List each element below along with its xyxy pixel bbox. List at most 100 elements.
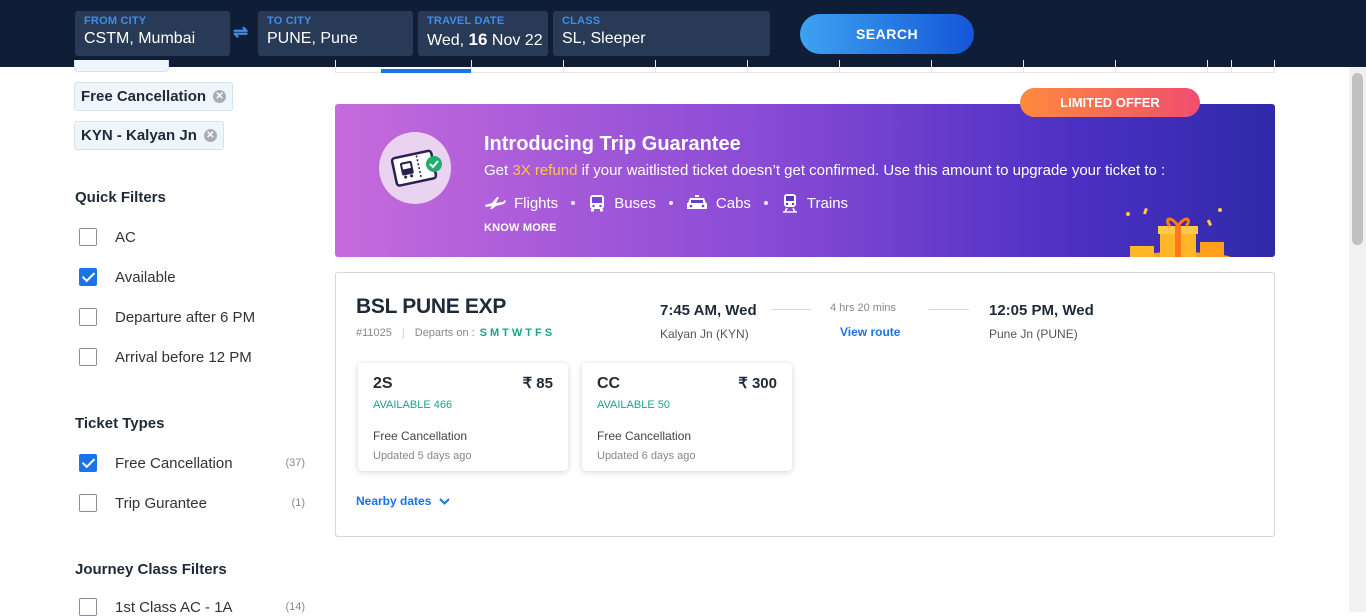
- from-city-field[interactable]: FROM CITY CSTM, Mumbai: [75, 11, 230, 56]
- class-option-2s[interactable]: 2S ₹ 85 AVAILABLE 466 Free Cancellation …: [358, 363, 568, 471]
- filter-trip-guarantee[interactable]: Trip Gurantee (1): [79, 494, 305, 512]
- travel-date-field[interactable]: TRAVEL DATE Wed, 16 Nov 22: [418, 11, 548, 56]
- travel-date-num: 16: [468, 30, 488, 49]
- mode-label: Trains: [806, 194, 849, 212]
- active-tab-indicator: [381, 69, 471, 73]
- filter-label: Departure after 6 PM: [115, 308, 256, 326]
- class-label: CLASS: [562, 15, 601, 27]
- tab-divider: [931, 60, 932, 72]
- trip-guarantee-banner[interactable]: Introducing Trip Guarantee Get 3X refund…: [335, 104, 1275, 257]
- cab-icon: [686, 195, 707, 209]
- refund-highlight: 3X refund: [512, 162, 578, 179]
- filter-departure-after-6pm[interactable]: Departure after 6 PM: [79, 308, 305, 326]
- tab-divider: [1115, 60, 1116, 72]
- chevron-down-icon: [439, 497, 451, 505]
- banner-subtitle: Get 3X refund if your waitlisted ticket …: [484, 162, 1165, 179]
- nearby-dates-label: Nearby dates: [356, 494, 432, 508]
- class-field[interactable]: CLASS SL, Sleeper: [553, 11, 770, 56]
- date-tabs: [335, 60, 1275, 73]
- ticket-icon: [379, 132, 451, 204]
- mode-trains: Trains: [781, 193, 848, 213]
- duration-line-right: [929, 309, 969, 310]
- bus-icon: [590, 195, 605, 212]
- to-city-label: TO CITY: [267, 15, 312, 27]
- view-route-link[interactable]: View route: [840, 325, 900, 339]
- filter-label: 1st Class AC - 1A: [115, 598, 233, 616]
- arrival-time: 12:05 PM, Wed: [989, 302, 1094, 319]
- to-city-value: PUNE, Pune: [267, 30, 358, 47]
- applied-filter-chip-partial: [74, 60, 169, 72]
- checkbox[interactable]: [79, 308, 97, 326]
- swap-icon[interactable]: ⇌: [233, 22, 248, 43]
- checkbox-checked[interactable]: [79, 268, 97, 286]
- tab-divider: [1207, 60, 1208, 72]
- travel-date-day: Wed,: [427, 32, 465, 49]
- running-days: SMTWTFS: [479, 327, 556, 339]
- tab-divider: [1023, 60, 1024, 72]
- travel-date-label: TRAVEL DATE: [427, 15, 505, 27]
- journey-class-title: Journey Class Filters: [75, 561, 227, 578]
- chip-label: KYN - Kalyan Jn: [81, 127, 197, 144]
- train-icon: [782, 194, 797, 213]
- journey-duration: 4 hrs 20 mins: [830, 302, 897, 314]
- filter-label: Free Cancellation: [115, 454, 233, 472]
- filter-count: (37): [285, 457, 305, 469]
- filter-count: (14): [285, 601, 305, 613]
- quick-filters-title: Quick Filters: [75, 189, 166, 206]
- arrival-station: Pune Jn (PUNE): [989, 327, 1078, 341]
- banner-subtitle-pre: Get: [484, 162, 513, 179]
- remove-chip-icon[interactable]: ✕: [213, 90, 227, 103]
- filter-label: Trip Gurantee: [115, 494, 207, 512]
- page-scrollbar[interactable]: [1349, 67, 1366, 612]
- checkbox[interactable]: [79, 228, 97, 246]
- train-meta: #11025 | Departs on : SMTWTFS: [356, 327, 555, 339]
- mode-label: Buses: [614, 194, 656, 212]
- checkbox-checked[interactable]: [79, 454, 97, 472]
- filter-label: Available: [115, 268, 176, 286]
- applied-filter-chip[interactable]: KYN - Kalyan Jn ✕: [74, 121, 224, 150]
- scrollbar-thumb[interactable]: [1352, 73, 1363, 245]
- separator-dot: [571, 201, 576, 205]
- duration-line-left: [771, 309, 811, 310]
- tab-divider: [1231, 60, 1232, 72]
- filter-ac[interactable]: AC: [79, 228, 305, 246]
- travel-date-value: Wed, 16 Nov 22: [427, 30, 543, 50]
- checkbox[interactable]: [79, 598, 97, 616]
- filter-arrival-before-12pm[interactable]: Arrival before 12 PM: [79, 348, 305, 366]
- filter-free-cancellation[interactable]: Free Cancellation (37): [79, 454, 305, 472]
- train-number: #11025: [356, 327, 392, 339]
- search-header: FROM CITY CSTM, Mumbai ⇌ TO CITY PUNE, P…: [0, 0, 1366, 67]
- remove-chip-icon[interactable]: ✕: [203, 129, 217, 142]
- checkbox[interactable]: [79, 348, 97, 366]
- class-price: ₹ 300: [738, 375, 777, 392]
- tab-divider: [563, 60, 564, 72]
- to-city-field[interactable]: TO CITY PUNE, Pune: [258, 11, 413, 56]
- travel-date-month: Nov 22: [491, 32, 543, 49]
- filter-available[interactable]: Available: [79, 268, 305, 286]
- class-value: SL, Sleeper: [562, 30, 646, 47]
- mode-label: Cabs: [715, 194, 751, 212]
- checkbox[interactable]: [79, 494, 97, 512]
- train-name: BSL PUNE EXP: [356, 295, 507, 318]
- gift-illustration: [1126, 207, 1231, 257]
- cancellation-policy: Free Cancellation: [373, 429, 468, 443]
- train-card[interactable]: BSL PUNE EXP #11025 | Departs on : SMTWT…: [335, 272, 1275, 537]
- search-button[interactable]: SEARCH: [800, 14, 974, 54]
- cancellation-policy: Free Cancellation: [597, 429, 692, 443]
- updated-time: Updated 5 days ago: [373, 450, 472, 462]
- from-city-label: FROM CITY: [84, 15, 147, 27]
- flight-icon: [485, 197, 506, 209]
- mode-cabs: Cabs: [686, 195, 751, 212]
- departure-time: 7:45 AM, Wed: [660, 302, 757, 319]
- filter-label: Arrival before 12 PM: [115, 348, 252, 366]
- departure-station: Kalyan Jn (KYN): [660, 327, 749, 341]
- class-option-cc[interactable]: CC ₹ 300 AVAILABLE 50 Free Cancellation …: [582, 363, 792, 471]
- class-name: 2S: [373, 375, 393, 392]
- nearby-dates-link[interactable]: Nearby dates: [356, 494, 451, 508]
- filter-1a[interactable]: 1st Class AC - 1A (14): [79, 598, 305, 616]
- know-more-link[interactable]: KNOW MORE: [484, 222, 557, 234]
- mode-flights: Flights: [484, 195, 558, 212]
- applied-filter-chip[interactable]: Free Cancellation ✕: [74, 82, 234, 111]
- availability-status: AVAILABLE 466: [373, 399, 453, 411]
- class-price: ₹ 85: [522, 375, 553, 392]
